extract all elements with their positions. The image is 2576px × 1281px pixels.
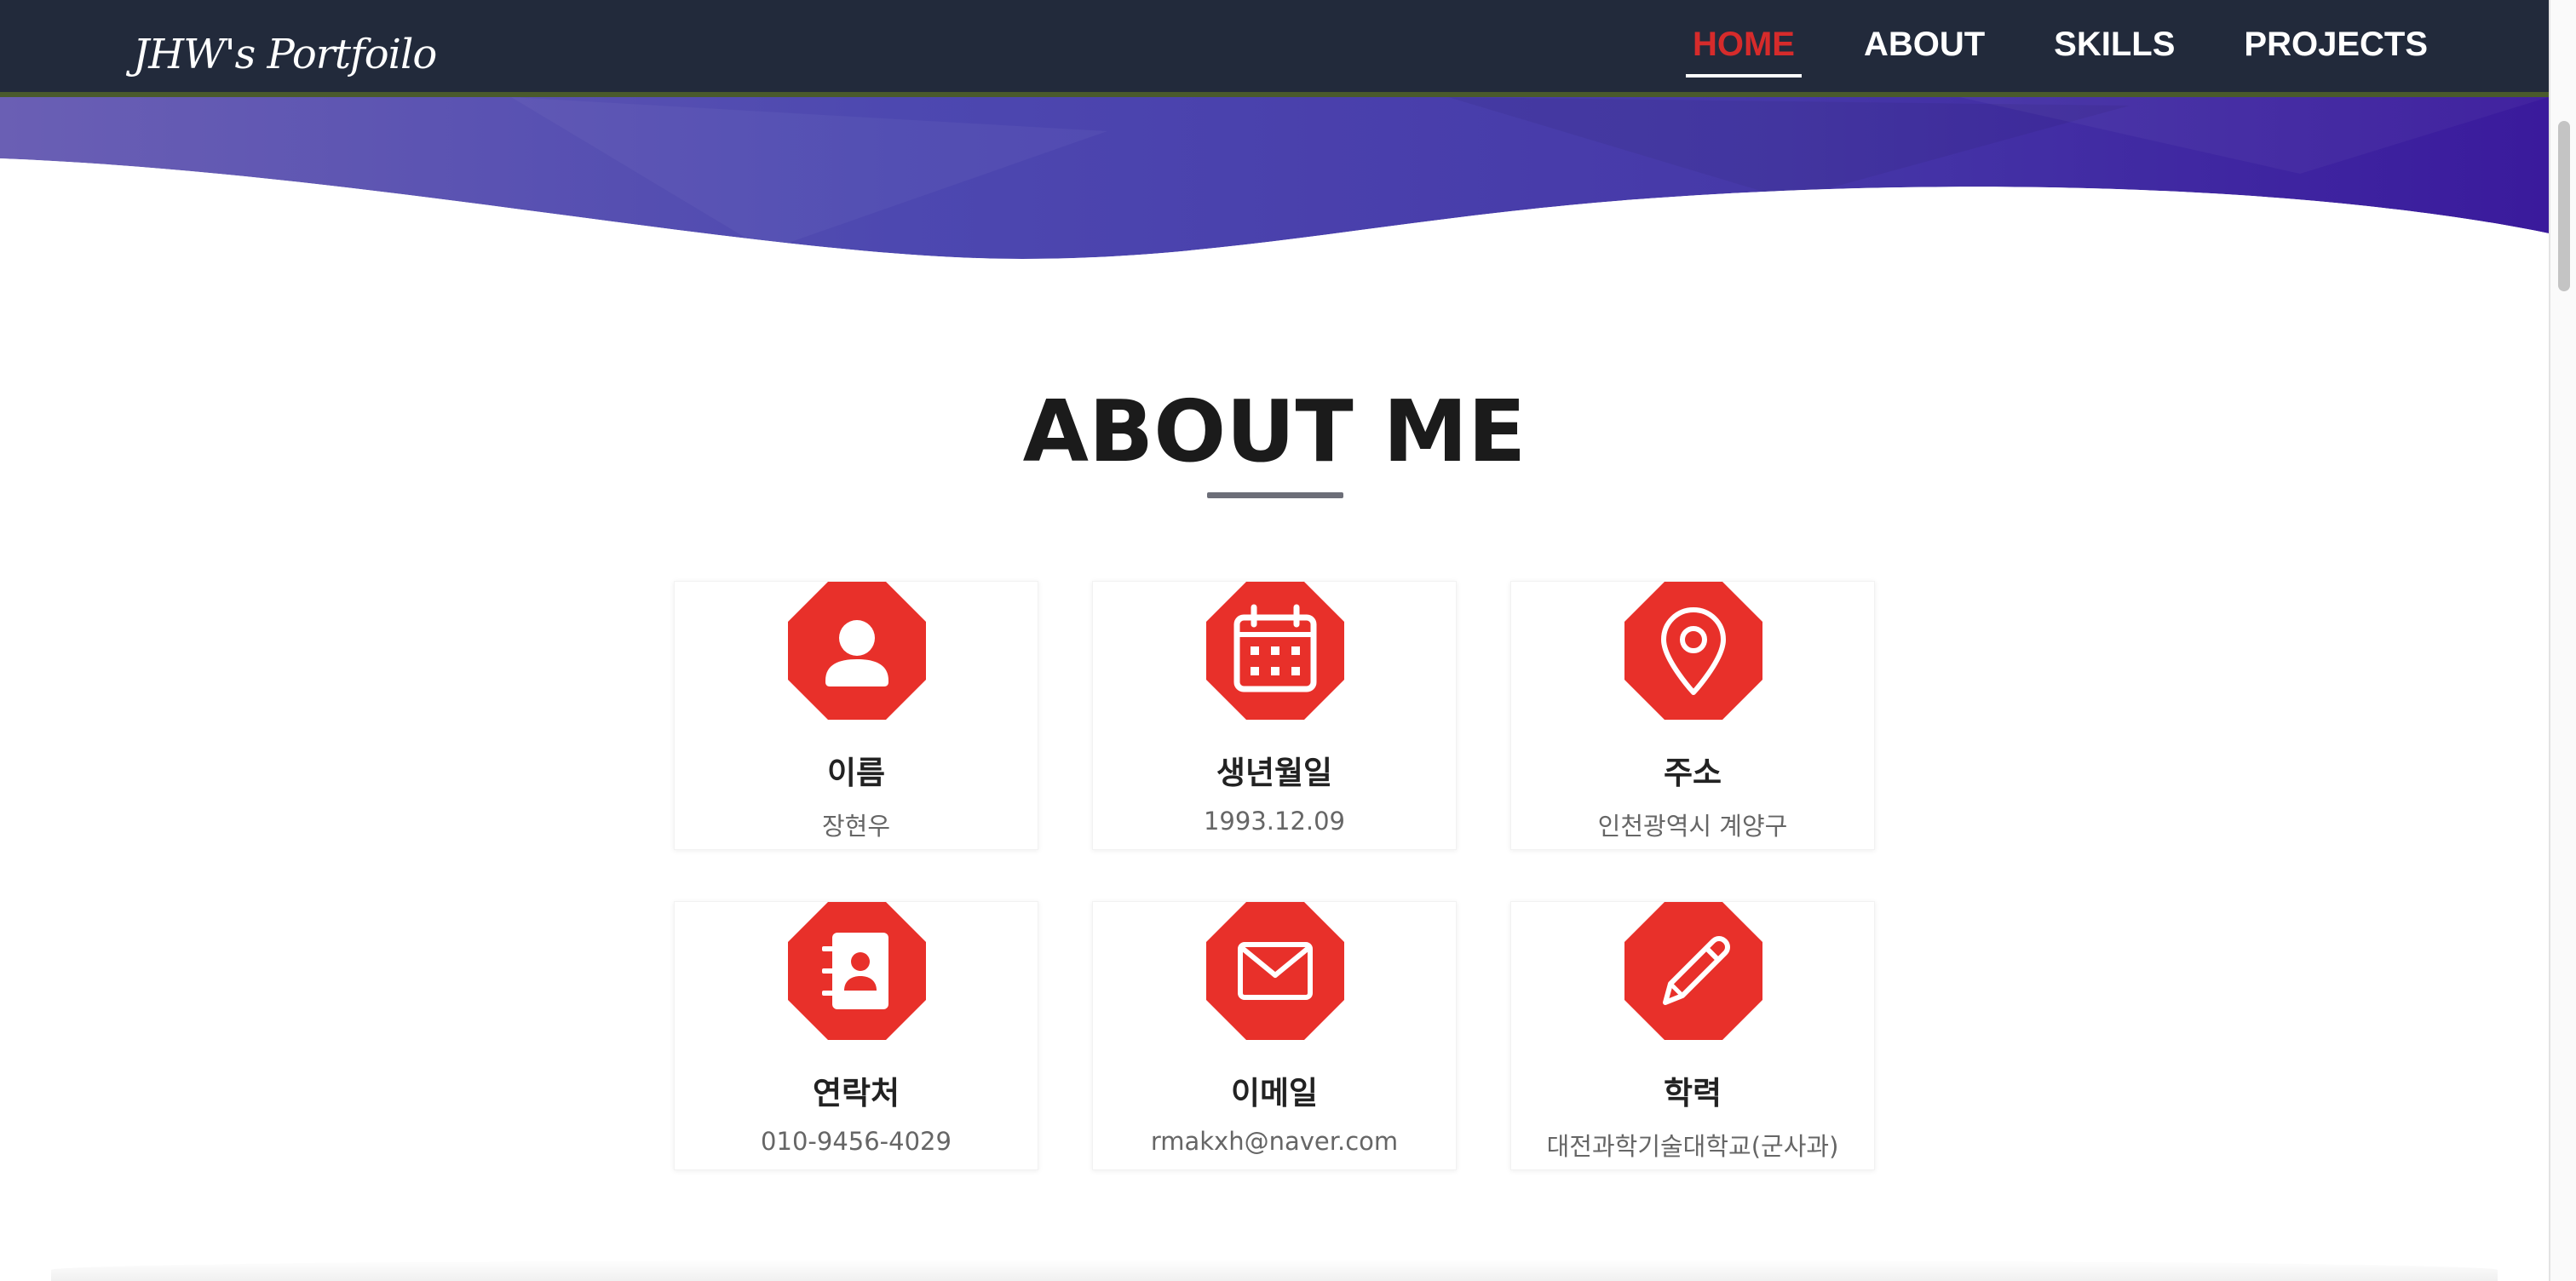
calendar-icon [1206, 582, 1344, 720]
card-label: 생년월일 [1216, 755, 1333, 791]
hero-wave-banner [0, 97, 2549, 267]
card-value: 장현우 [821, 812, 891, 841]
section-title: ABOUT ME [1022, 382, 1527, 481]
top-navbar: JHW's Portfoilo HOME ABOUT SKILLS PROJEC… [0, 0, 2549, 97]
nav-menu: HOME ABOUT SKILLS PROJECTS [1630, 26, 2435, 78]
nav-projects[interactable]: PROJECTS [2237, 26, 2435, 78]
card-label: 이름 [826, 755, 886, 791]
card-label: 학력 [1663, 1075, 1722, 1112]
title-underline [1207, 492, 1343, 498]
card-value: 인천광역시 계양구 [1597, 812, 1788, 841]
person-icon [788, 582, 926, 720]
card-value: 1993.12.09 [1203, 807, 1346, 836]
vertical-scrollbar[interactable] [2549, 0, 2576, 1281]
section-bottom-shadow [51, 1259, 2498, 1281]
card-label: 주소 [1663, 755, 1722, 791]
info-card-education: 학력 대전과학기술대학교(군사과) [1510, 901, 1875, 1170]
info-card-email: 이메일 rmakxh@naver.com [1092, 901, 1457, 1170]
scrollbar-thumb[interactable] [2558, 121, 2570, 291]
info-card-address: 주소 인천광역시 계양구 [1510, 581, 1875, 850]
nav-home[interactable]: HOME [1685, 26, 1802, 78]
card-label: 연락처 [812, 1075, 900, 1112]
contact-book-icon [788, 902, 926, 1040]
info-card-phone: 연락처 010-9456-4029 [674, 901, 1038, 1170]
card-value: 대전과학기술대학교(군사과) [1546, 1132, 1839, 1161]
nav-about[interactable]: ABOUT [1857, 26, 1992, 78]
info-card-birthdate: 생년월일 1993.12.09 [1092, 581, 1457, 850]
pencil-icon [1624, 902, 1762, 1040]
location-pin-icon [1624, 582, 1762, 720]
card-value: rmakxh@naver.com [1150, 1127, 1399, 1156]
envelope-icon [1206, 902, 1344, 1040]
brand-logo[interactable]: JHW's Portfoilo [133, 31, 437, 78]
info-card-name: 이름 장현우 [674, 581, 1038, 850]
card-value: 010-9456-4029 [761, 1127, 952, 1156]
nav-skills[interactable]: SKILLS [2047, 26, 2182, 78]
card-label: 이메일 [1230, 1075, 1319, 1112]
